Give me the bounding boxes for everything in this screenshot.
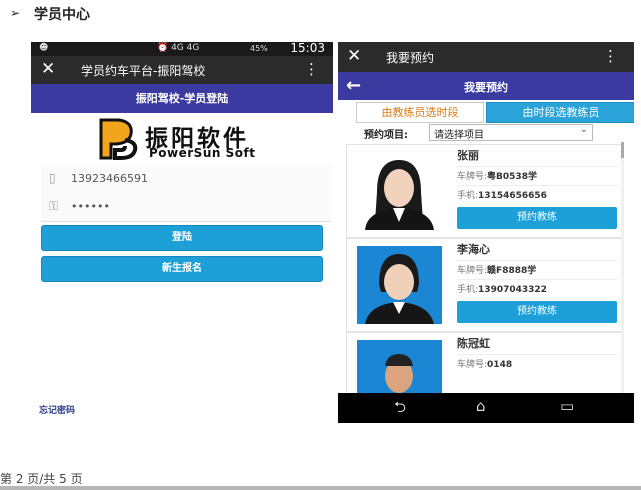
footer-divider bbox=[0, 486, 641, 490]
clock: 15:03 bbox=[290, 42, 325, 55]
status-bar: ☻ ⏰ 4G 4G 45% 15:03 bbox=[31, 42, 333, 56]
login-banner: 振阳驾校-学员登陆 bbox=[31, 84, 333, 113]
coach-name: 陈冠虹 bbox=[457, 337, 490, 350]
coach-photo bbox=[357, 246, 442, 324]
phone-icon: ▯ bbox=[49, 171, 56, 185]
register-button[interactable]: 新生报名 bbox=[41, 256, 323, 282]
nav-home-icon[interactable]: ⌂ bbox=[476, 397, 486, 415]
notification-icon: ☻ bbox=[39, 43, 49, 53]
close-icon[interactable]: ✕ bbox=[347, 46, 361, 66]
nav-recent-icon[interactable]: ▭ bbox=[560, 397, 574, 415]
login-screen: ☻ ⏰ 4G 4G 45% 15:03 ✕ 学员约车平台-振阳驾校 ⋮ 振阳驾校… bbox=[31, 42, 333, 420]
logo-text-en: PowerSun Soft bbox=[149, 146, 256, 160]
coach-card: 李海心 车牌号:赣F8888学 手机:13907043322 预约教练 bbox=[346, 238, 623, 332]
coach-photo bbox=[357, 152, 442, 230]
app-bar: ✕ 我要预约 ⋮ bbox=[338, 42, 634, 72]
app-title: 我要预约 bbox=[386, 51, 435, 65]
tab-by-coach[interactable]: 由教练员选时段 bbox=[356, 102, 484, 123]
lock-icon: ⚿ bbox=[49, 199, 59, 213]
close-icon[interactable]: ✕ bbox=[41, 59, 55, 79]
tab-by-time[interactable]: 由时段选教练员 bbox=[486, 102, 634, 123]
coach-phone: 手机:13154656656 bbox=[457, 185, 617, 205]
coach-name: 李海心 bbox=[457, 243, 490, 256]
coach-name: 张丽 bbox=[457, 149, 479, 162]
book-coach-button[interactable]: 预约教练 bbox=[457, 301, 617, 323]
android-nav-bar: ⮌ ⌂ ▭ bbox=[338, 393, 634, 423]
section-bullet-icon: ➢ bbox=[10, 6, 21, 20]
phone-value: 13923466591 bbox=[71, 172, 148, 185]
chevron-down-icon: ⌄ bbox=[579, 124, 588, 135]
powersun-logo-icon bbox=[99, 118, 138, 160]
project-selected-value: 请选择项目 bbox=[434, 130, 484, 141]
section-title: 学员中心 bbox=[34, 7, 90, 23]
status-icons: ⏰ 4G 4G bbox=[157, 43, 200, 53]
coach-card: 张丽 车牌号:粤B0538学 手机:13154656656 预约教练 bbox=[346, 144, 623, 238]
more-menu-icon[interactable]: ⋮ bbox=[603, 47, 618, 65]
forgot-password-link[interactable]: 忘记密码 bbox=[39, 403, 75, 416]
page-number: 第 2 页/共 5 页 bbox=[0, 472, 83, 486]
project-label: 预约项目: bbox=[364, 130, 408, 141]
page-header: ← 我要预约 bbox=[338, 72, 634, 100]
app-bar: ✕ 学员约车平台-振阳驾校 ⋮ bbox=[31, 56, 333, 84]
more-menu-icon[interactable]: ⋮ bbox=[304, 60, 319, 78]
battery-percent: 45% bbox=[250, 44, 268, 53]
coach-plate: 车牌号:0148 bbox=[457, 354, 617, 374]
scrollbar[interactable] bbox=[621, 142, 624, 402]
coach-phone: 手机:13907043322 bbox=[457, 279, 617, 299]
booking-screen: ✕ 我要预约 ⋮ ← 我要预约 由教练员选时段 由时段选教练员 预约项目: 请选… bbox=[338, 42, 634, 423]
phone-field[interactable]: ▯ 13923466591 bbox=[41, 165, 331, 194]
coach-plate: 车牌号:赣F8888学 bbox=[457, 260, 617, 280]
scrollbar-thumb[interactable] bbox=[621, 142, 624, 158]
app-title: 学员约车平台-振阳驾校 bbox=[81, 64, 206, 78]
page-title: 我要预约 bbox=[464, 81, 508, 94]
password-value: •••••• bbox=[71, 200, 110, 213]
book-coach-button[interactable]: 预约教练 bbox=[457, 207, 617, 229]
coach-plate: 车牌号:粤B0538学 bbox=[457, 166, 617, 186]
login-button[interactable]: 登陆 bbox=[41, 225, 323, 251]
password-field[interactable]: ⚿ •••••• bbox=[41, 193, 331, 222]
project-select[interactable]: 请选择项目 ⌄ bbox=[429, 124, 593, 141]
nav-back-icon[interactable]: ⮌ bbox=[394, 397, 406, 422]
